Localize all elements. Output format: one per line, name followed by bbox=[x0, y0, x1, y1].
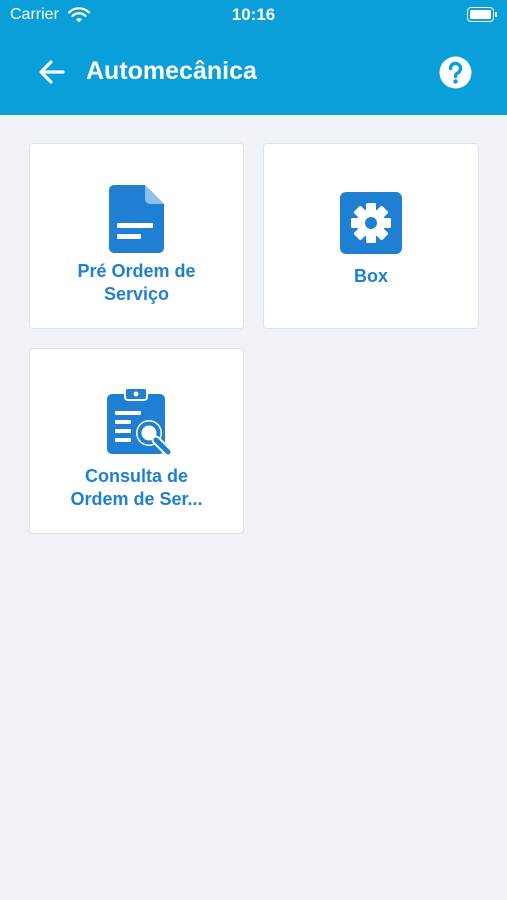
battery-icon bbox=[467, 7, 494, 22]
clipboard-search-icon bbox=[107, 387, 174, 458]
tile-label-line: Pré Ordem de bbox=[77, 261, 196, 281]
tile-box[interactable]: Box bbox=[263, 143, 479, 329]
arrow-left-icon[interactable] bbox=[36, 56, 68, 88]
tile-label-line: Consulta de bbox=[84, 466, 188, 486]
tile-label: Box bbox=[274, 265, 468, 288]
tile-pre-ordem-de-servico[interactable]: Pré Ordem de Serviço bbox=[29, 143, 244, 329]
document-icon bbox=[109, 185, 164, 253]
battery-tip bbox=[495, 12, 497, 17]
question-circle-icon[interactable] bbox=[439, 56, 472, 89]
clock: 10:16 bbox=[231, 5, 276, 24]
tile-label: Pré Ordem de Serviço bbox=[40, 260, 233, 306]
app-header: Carrier 10:16 Automecânica bbox=[0, 0, 507, 115]
status-bar: Carrier 10:16 bbox=[0, 0, 507, 30]
tile-consulta-ordem-de-servico[interactable]: Consulta de Ordem de Ser... bbox=[29, 348, 244, 534]
navigation-bar: Automecânica bbox=[0, 30, 507, 115]
tile-label-line: Box bbox=[353, 266, 388, 286]
gear-icon bbox=[340, 192, 402, 254]
tile-label: Consulta de Ordem de Ser... bbox=[40, 465, 233, 511]
page-title: Automecânica bbox=[86, 57, 257, 85]
tile-label-line: Serviço bbox=[103, 284, 170, 304]
tile-label-line: Ordem de Ser... bbox=[70, 489, 203, 509]
